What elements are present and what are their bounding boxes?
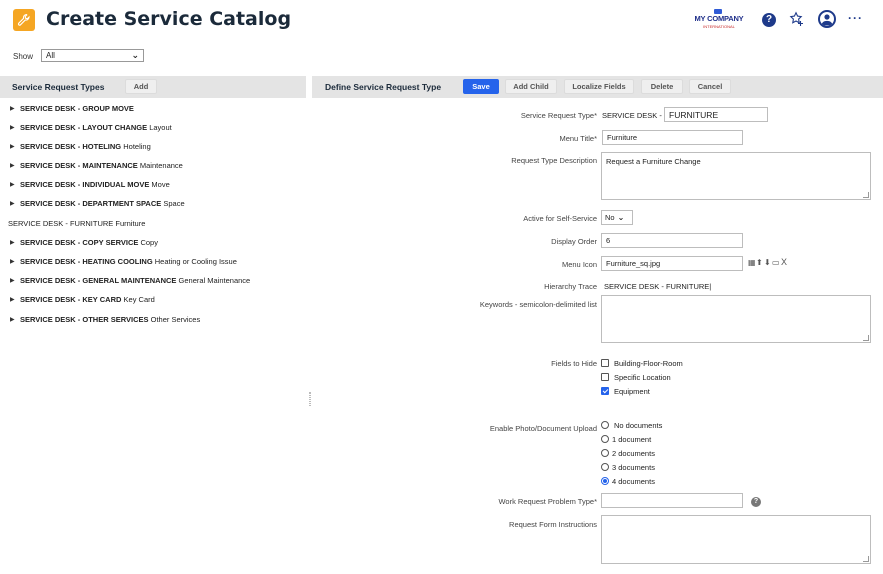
- upload-icon[interactable]: ⬆: [756, 258, 763, 267]
- problem-type-input[interactable]: [601, 493, 743, 508]
- expand-arrow-icon[interactable]: ▶: [10, 105, 15, 112]
- expand-arrow-icon[interactable]: ▶: [10, 143, 15, 150]
- more-options-icon[interactable]: ···: [848, 11, 863, 25]
- show-filter-value: All: [46, 51, 55, 60]
- problem-type-help-icon[interactable]: ?: [751, 497, 761, 507]
- image-icon[interactable]: ▦: [748, 258, 756, 267]
- upload-four-radio[interactable]: [601, 477, 609, 485]
- add-child-button[interactable]: Add Child: [505, 79, 557, 94]
- expand-arrow-icon[interactable]: ▶: [10, 200, 15, 207]
- download-icon[interactable]: ⬇: [764, 258, 771, 267]
- panel-splitter-handle[interactable]: [309, 392, 311, 406]
- remove-icon[interactable]: X: [781, 257, 787, 267]
- resize-handle-icon[interactable]: [863, 335, 869, 341]
- request-type-label: Service Request Type*: [520, 111, 597, 120]
- active-self-service-value: No: [605, 213, 615, 222]
- app-header: Create Service Catalog MY COMPANY INTERN…: [0, 0, 883, 40]
- help-icon[interactable]: ?: [762, 13, 776, 27]
- user-avatar-icon[interactable]: [818, 10, 836, 28]
- cancel-button[interactable]: Cancel: [689, 79, 731, 94]
- tree-item[interactable]: ▶ SERVICE DESK - GENERAL MAINTENANCE Gen…: [0, 275, 306, 289]
- left-panel-header: Service Request Types Add: [0, 76, 306, 98]
- tree-item[interactable]: ▶ SERVICE DESK - HOTELING Hoteling: [0, 141, 306, 155]
- hide-specific-location-label: Specific Location: [614, 373, 671, 382]
- tree-item-selected[interactable]: SERVICE DESK - FURNITURE Furniture: [0, 218, 306, 232]
- hide-specific-location-checkbox[interactable]: [601, 373, 609, 381]
- upload-none-label: No documents: [614, 421, 663, 430]
- description-value: Request a Furniture Change: [606, 157, 701, 166]
- request-type-prefix: SERVICE DESK -: [602, 111, 662, 120]
- menu-icon-label: Menu Icon: [561, 260, 597, 269]
- active-self-service-select[interactable]: No ⌄: [601, 210, 633, 225]
- add-request-type-button[interactable]: Add: [125, 79, 157, 94]
- upload-four-label: 4 documents: [612, 477, 655, 486]
- tree-item[interactable]: ▶ SERVICE DESK - OTHER SERVICES Other Se…: [0, 314, 306, 328]
- tree-item[interactable]: ▶ SERVICE DESK - GROUP MOVE: [0, 103, 306, 117]
- chevron-down-icon: ⌄: [617, 213, 625, 222]
- problem-type-label: Work Request Problem Type*: [498, 497, 597, 506]
- menu-title-label: Menu Title*: [559, 134, 597, 143]
- hierarchy-trace-label: Hierarchy Trace: [544, 282, 597, 291]
- menu-icon-input[interactable]: Furniture_sq.jpg: [601, 256, 743, 271]
- hide-equipment-checkbox[interactable]: [601, 387, 609, 395]
- hide-equipment-label: Equipment: [614, 387, 650, 396]
- display-order-label: Display Order: [551, 237, 597, 246]
- tree-item[interactable]: ▶ SERVICE DESK - MAINTENANCE Maintenance: [0, 160, 306, 174]
- expand-arrow-icon[interactable]: ▶: [10, 124, 15, 131]
- delete-button[interactable]: Delete: [641, 79, 683, 94]
- upload-two-radio[interactable]: [601, 449, 609, 457]
- expand-arrow-icon[interactable]: ▶: [10, 296, 15, 303]
- show-label: Show: [13, 52, 34, 61]
- hierarchy-trace-value: SERVICE DESK - FURNITURE|: [604, 282, 712, 291]
- resize-handle-icon[interactable]: [863, 556, 869, 562]
- chevron-down-icon: ⌄: [131, 50, 139, 60]
- upload-none-radio[interactable]: [601, 421, 609, 429]
- expand-arrow-icon[interactable]: ▶: [10, 258, 15, 265]
- description-textarea[interactable]: Request a Furniture Change: [601, 152, 871, 200]
- tree-item[interactable]: ▶ SERVICE DESK - KEY CARD Key Card: [0, 294, 306, 308]
- show-filter-select[interactable]: All ⌄: [41, 49, 144, 62]
- expand-arrow-icon[interactable]: ▶: [10, 239, 15, 246]
- right-panel-header: Define Service Request Type Save Add Chi…: [312, 76, 883, 98]
- instructions-label: Request Form Instructions: [509, 520, 597, 529]
- upload-label: Enable Photo/Document Upload: [489, 424, 597, 433]
- tree-item[interactable]: ▶ SERVICE DESK - INDIVIDUAL MOVE Move: [0, 179, 306, 193]
- fields-to-hide-label: Fields to Hide: [551, 359, 597, 368]
- upload-three-label: 3 documents: [612, 463, 655, 472]
- save-button[interactable]: Save: [463, 79, 499, 94]
- tree-item[interactable]: ▶ SERVICE DESK - LAYOUT CHANGE Layout: [0, 122, 306, 136]
- favorites-star-icon[interactable]: [789, 11, 805, 27]
- upload-one-label: 1 document: [612, 435, 652, 444]
- hide-building-floor-room-label: Building-Floor-Room: [614, 359, 683, 368]
- expand-arrow-icon[interactable]: ▶: [10, 162, 15, 169]
- tree-item[interactable]: ▶ SERVICE DESK - DEPARTMENT SPACE Space: [0, 198, 306, 212]
- expand-arrow-icon[interactable]: ▶: [10, 181, 15, 188]
- keywords-textarea[interactable]: [601, 295, 871, 343]
- expand-arrow-icon[interactable]: ▶: [10, 316, 15, 323]
- upload-two-label: 2 documents: [612, 449, 655, 458]
- company-logo: MY COMPANY INTERNATIONAL: [690, 9, 748, 31]
- tree-item[interactable]: ▶ SERVICE DESK - COPY SERVICE Copy: [0, 237, 306, 251]
- clear-icon[interactable]: ▭: [772, 258, 780, 267]
- left-panel-title: Service Request Types: [12, 82, 105, 92]
- page-title: Create Service Catalog: [46, 8, 292, 30]
- resize-handle-icon[interactable]: [863, 192, 869, 198]
- wrench-icon: [13, 9, 35, 31]
- request-type-input[interactable]: FURNITURE: [664, 107, 768, 122]
- right-panel-title: Define Service Request Type: [325, 82, 442, 92]
- expand-arrow-icon[interactable]: ▶: [10, 277, 15, 284]
- hide-building-floor-room-checkbox[interactable]: [601, 359, 609, 367]
- keywords-label: Keywords - semicolon-delimited list: [479, 300, 597, 309]
- description-label: Request Type Description: [511, 156, 597, 165]
- active-self-service-label: Active for Self-Service: [523, 214, 597, 223]
- localize-fields-button[interactable]: Localize Fields: [564, 79, 634, 94]
- menu-title-input[interactable]: Furniture: [602, 130, 743, 145]
- instructions-textarea[interactable]: [601, 515, 871, 564]
- upload-three-radio[interactable]: [601, 463, 609, 471]
- tree-item[interactable]: ▶ SERVICE DESK - HEATING COOLING Heating…: [0, 256, 306, 270]
- upload-one-radio[interactable]: [601, 435, 609, 443]
- display-order-input[interactable]: 6: [601, 233, 743, 248]
